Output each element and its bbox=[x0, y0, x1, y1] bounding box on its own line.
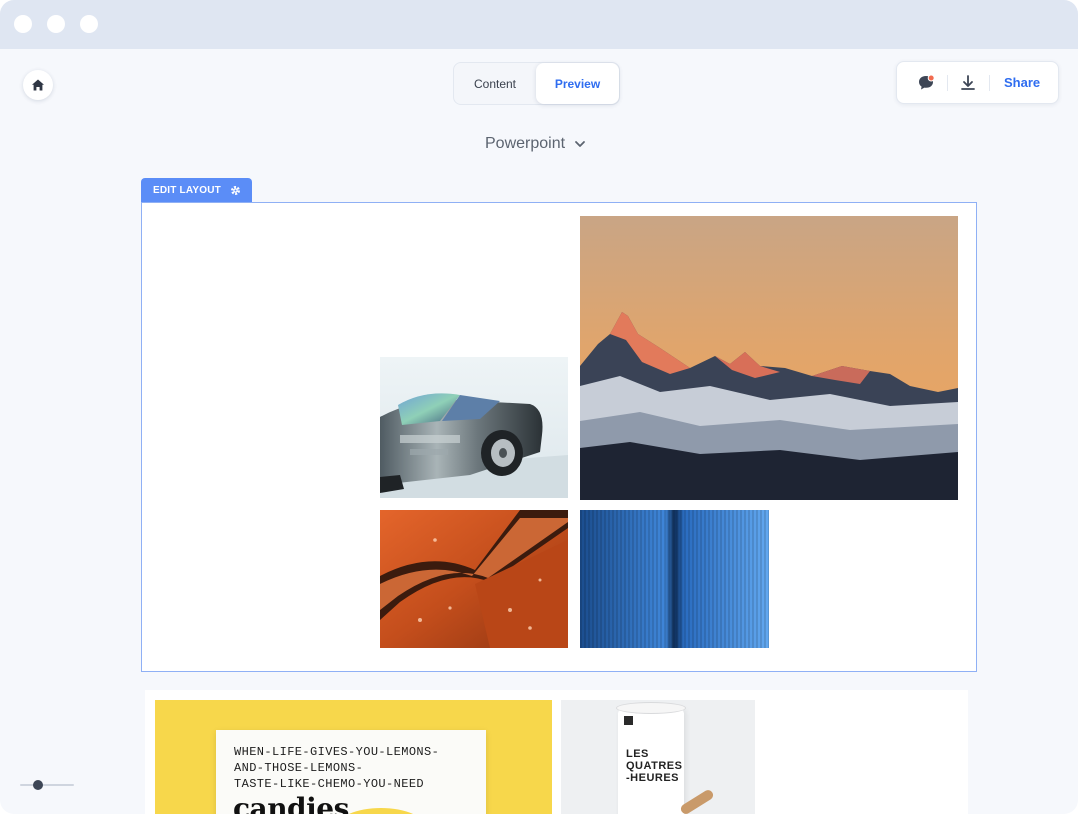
next-slide[interactable]: WHEN-LIFE-GIVES-YOU-LEMONS- AND-THOSE-LE… bbox=[145, 690, 968, 814]
blue-pleats-photo[interactable] bbox=[580, 510, 769, 648]
slide-canvas[interactable] bbox=[141, 202, 977, 672]
poster-card: WHEN-LIFE-GIVES-YOU-LEMONS- AND-THOSE-LE… bbox=[216, 730, 486, 814]
comment-icon[interactable] bbox=[916, 73, 936, 93]
edit-layout-button[interactable]: EDIT LAYOUT bbox=[141, 178, 252, 202]
zoom-track bbox=[20, 784, 74, 786]
cup-logo-icon bbox=[624, 716, 633, 725]
chevron-down-icon bbox=[575, 141, 585, 147]
home-icon bbox=[32, 79, 44, 91]
tab-content[interactable]: Content bbox=[454, 63, 536, 104]
lemon-poster-photo: WHEN-LIFE-GIVES-YOU-LEMONS- AND-THOSE-LE… bbox=[155, 700, 552, 814]
share-button[interactable]: Share bbox=[1004, 75, 1040, 90]
home-button[interactable] bbox=[23, 70, 53, 100]
window-close-button[interactable] bbox=[14, 15, 32, 33]
app-window: Content Preview Share Powerpoint EDIT LA… bbox=[0, 0, 1078, 814]
window-titlebar bbox=[0, 0, 1078, 49]
zoom-slider[interactable] bbox=[20, 777, 74, 793]
car-photo[interactable] bbox=[380, 357, 568, 498]
download-icon[interactable] bbox=[958, 73, 978, 93]
gear-icon bbox=[230, 185, 240, 195]
cup-label: LES QUATRES -HEURES bbox=[626, 748, 683, 784]
window-maximize-button[interactable] bbox=[80, 15, 98, 33]
divider bbox=[989, 75, 990, 91]
edit-layout-label: EDIT LAYOUT bbox=[153, 184, 221, 196]
mountain-photo[interactable] bbox=[580, 216, 958, 500]
window-minimize-button[interactable] bbox=[47, 15, 65, 33]
divider bbox=[947, 75, 948, 91]
poster-text: WHEN-LIFE-GIVES-YOU-LEMONS- AND-THOSE-LE… bbox=[234, 745, 440, 791]
zoom-handle[interactable] bbox=[33, 780, 43, 790]
cup-photo: LES QUATRES -HEURES bbox=[561, 700, 755, 814]
poster-headline: candies bbox=[233, 792, 349, 814]
tab-preview[interactable]: Preview bbox=[536, 63, 619, 104]
mode-switch: Content Preview bbox=[453, 62, 620, 105]
format-select-value: Powerpoint bbox=[485, 135, 566, 152]
format-select[interactable]: Powerpoint bbox=[485, 133, 586, 155]
actions-bar: Share bbox=[896, 61, 1059, 104]
orange-surface-photo[interactable] bbox=[380, 510, 568, 648]
